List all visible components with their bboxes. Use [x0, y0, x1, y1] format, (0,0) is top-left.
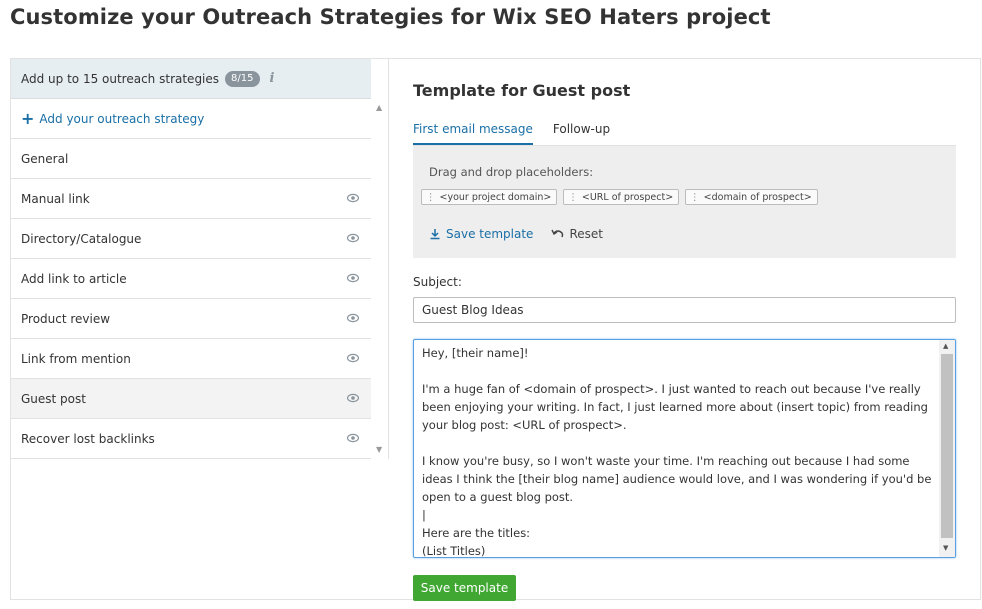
email-body-textarea[interactable]: Hey, [their name]! I'm a huge fan of <do…	[413, 339, 956, 558]
text-cursor: |	[422, 508, 426, 522]
body-line	[422, 362, 937, 380]
sidebar-item-label: Product review	[21, 311, 111, 326]
template-tabs: First email message Follow-up	[413, 122, 956, 146]
sidebar-item-manual-link[interactable]: Manual link	[11, 179, 371, 219]
placeholder-chip-label: <your project domain>	[439, 192, 552, 203]
strategy-panel: Add up to 15 outreach strategies 8/15 i …	[10, 58, 981, 601]
sidebar-item-label: General	[21, 151, 69, 166]
sidebar-item-add-link-to-article[interactable]: Add link to article	[11, 259, 371, 299]
placeholders-box: Drag and drop placeholders: ⋮ <your proje…	[413, 146, 956, 258]
placeholder-chip-label: <URL of prospect>	[581, 192, 674, 203]
template-title: Template for Guest post	[413, 81, 631, 100]
reset-link-label: Reset	[569, 227, 603, 241]
body-line: (List Titles)	[422, 544, 486, 558]
placeholder-chip[interactable]: ⋮ <your project domain>	[421, 189, 558, 205]
drag-handle-icon[interactable]: ⋮	[690, 192, 700, 203]
sidebar-item-label: Add link to article	[21, 271, 127, 286]
eye-icon[interactable]	[347, 232, 359, 244]
sidebar-header: Add up to 15 outreach strategies 8/15 i	[11, 59, 371, 99]
eye-icon[interactable]	[347, 312, 359, 324]
scrollbar-thumb[interactable]	[941, 354, 953, 538]
tab-first-email[interactable]: First email message	[413, 122, 533, 145]
sidebar-item-directory-catalogue[interactable]: Directory/Catalogue	[11, 219, 371, 259]
reset-link[interactable]: Reset	[551, 227, 603, 241]
textarea-scrollbar[interactable]: ▲ ▼	[939, 340, 955, 557]
sidebar-item-label: Link from mention	[21, 351, 131, 366]
sidebar-item-recover-lost-backlinks[interactable]: Recover lost backlinks	[11, 419, 371, 459]
placeholder-chips: ⋮ <your project domain> ⋮ <URL of prospect…	[421, 189, 818, 205]
sidebar-item-guest-post[interactable]: Guest post	[11, 379, 371, 419]
strategy-list: + Add your outreach strategy General Man…	[11, 99, 371, 459]
placeholder-chip[interactable]: ⋮ <domain of prospect>	[685, 189, 818, 205]
save-template-link-label: Save template	[446, 227, 534, 241]
scroll-down-icon[interactable]: ▼	[376, 445, 382, 454]
eye-icon[interactable]	[347, 392, 359, 404]
subject-label: Subject:	[413, 275, 462, 289]
placeholders-label: Drag and drop placeholders:	[429, 165, 594, 179]
placeholder-chip-label: <domain of prospect>	[703, 192, 812, 203]
info-icon[interactable]: i	[270, 71, 275, 86]
add-strategy-button[interactable]: + Add your outreach strategy	[11, 99, 371, 139]
save-template-button[interactable]: Save template	[413, 575, 516, 601]
undo-icon	[551, 229, 564, 238]
template-editor: Template for Guest post First email mess…	[413, 59, 958, 601]
subject-input[interactable]	[413, 297, 956, 323]
drag-handle-icon[interactable]: ⋮	[568, 192, 578, 203]
sidebar-item-label: Manual link	[21, 191, 90, 206]
plus-icon: +	[21, 108, 35, 128]
scroll-up-icon[interactable]: ▲	[943, 342, 948, 350]
sidebar-item-general[interactable]: General	[11, 139, 371, 179]
strategy-sidebar: Add up to 15 outreach strategies 8/15 i …	[11, 59, 389, 459]
template-actions: Save template Reset	[429, 227, 603, 241]
email-body-text[interactable]: Hey, [their name]! I'm a huge fan of <do…	[422, 344, 937, 558]
eye-icon[interactable]	[347, 272, 359, 284]
body-line: I know you're busy, so I won't waste you…	[422, 454, 932, 504]
body-line: Here are the titles:	[422, 526, 531, 540]
sidebar-item-link-from-mention[interactable]: Link from mention	[11, 339, 371, 379]
strategy-count-badge: 8/15	[225, 70, 260, 87]
drag-handle-icon[interactable]: ⋮	[426, 192, 436, 203]
sidebar-header-label: Add up to 15 outreach strategies	[21, 71, 220, 86]
scroll-down-icon[interactable]: ▼	[943, 544, 948, 552]
add-strategy-label: Add your outreach strategy	[39, 111, 205, 126]
save-template-link[interactable]: Save template	[429, 227, 533, 241]
sidebar-scrollbar[interactable]: ▲ ▼	[372, 99, 388, 459]
tab-follow-up[interactable]: Follow-up	[553, 122, 610, 145]
sidebar-item-label: Guest post	[21, 391, 86, 406]
body-line: I'm a huge fan of <domain of prospect>. …	[422, 382, 928, 432]
sidebar-item-product-review[interactable]: Product review	[11, 299, 371, 339]
eye-icon[interactable]	[347, 432, 359, 444]
eye-icon[interactable]	[347, 192, 359, 204]
download-icon	[430, 229, 440, 240]
sidebar-item-label: Directory/Catalogue	[21, 231, 142, 246]
body-line: Hey, [their name]!	[422, 346, 529, 360]
scroll-up-icon[interactable]: ▲	[376, 103, 382, 112]
body-line	[422, 434, 937, 452]
eye-icon[interactable]	[347, 352, 359, 364]
placeholder-chip[interactable]: ⋮ <URL of prospect>	[563, 189, 680, 205]
page-title: Customize your Outreach Strategies for W…	[10, 5, 771, 29]
sidebar-item-label: Recover lost backlinks	[21, 431, 155, 446]
